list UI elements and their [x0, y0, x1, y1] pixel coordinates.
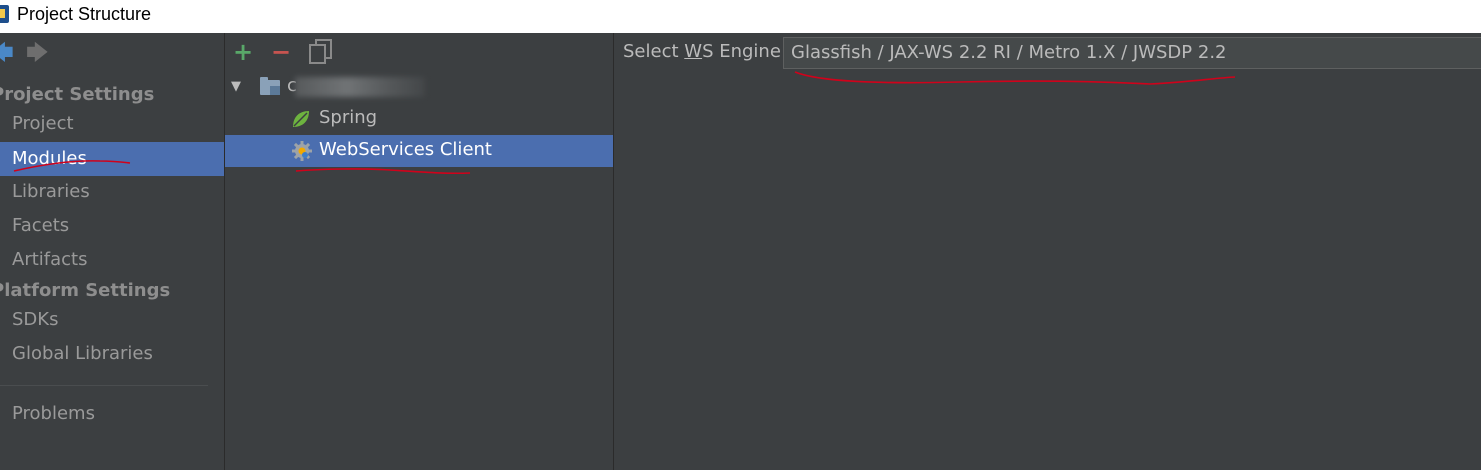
tree-row-webservices-client[interactable]: WebServices Client	[225, 135, 613, 167]
ws-engine-label: Select WS Engine	[623, 41, 781, 62]
title-bar: Project Structure	[0, 0, 1481, 33]
platform-settings-header: Platform Settings	[0, 280, 171, 301]
forward-arrow-icon[interactable]: 🡆	[26, 43, 49, 65]
sidebar-item-problems[interactable]: Problems	[0, 397, 224, 431]
ws-engine-panel: Select WS Engine Glassfish / JAX-WS 2.2 …	[614, 33, 1481, 470]
sidebar-item-global-libraries[interactable]: Global Libraries	[0, 337, 224, 371]
app-icon	[0, 5, 9, 23]
ws-engine-select[interactable]: Glassfish / JAX-WS 2.2 RI / Metro 1.X / …	[783, 37, 1481, 69]
back-arrow-icon[interactable]: 🡄	[0, 43, 14, 65]
sidebar-item-facets[interactable]: Facets	[0, 209, 224, 243]
sidebar-item-libraries[interactable]: Libraries	[0, 175, 224, 209]
add-icon[interactable]: +	[233, 39, 253, 65]
sidebar-item-project[interactable]: Project	[0, 107, 224, 141]
module-tree-panel: + − ▼ c Spring WebServices Client	[225, 33, 614, 470]
redacted-module-name	[295, 77, 425, 97]
sidebar: 🡄 🡆 Project Settings Project Modules Lib…	[0, 33, 225, 470]
folder-icon	[260, 77, 280, 95]
sidebar-item-modules[interactable]: Modules	[0, 142, 224, 176]
sidebar-item-sdks[interactable]: SDKs	[0, 303, 224, 337]
tree-label-spring: Spring	[319, 107, 378, 128]
chevron-down-icon[interactable]: ▼	[231, 79, 241, 94]
project-settings-header: Project Settings	[0, 84, 155, 105]
tree-row-spring[interactable]: Spring	[225, 103, 613, 135]
ws-engine-value: Glassfish / JAX-WS 2.2 RI / Metro 1.X / …	[791, 42, 1227, 63]
copy-icon[interactable]	[309, 39, 332, 64]
nav-arrows: 🡄 🡆	[0, 43, 60, 65]
gear-icon	[292, 141, 312, 161]
tree-label-webservices-client: WebServices Client	[319, 139, 492, 160]
sidebar-divider	[0, 385, 208, 386]
spring-leaf-icon	[293, 111, 309, 127]
sidebar-item-artifacts[interactable]: Artifacts	[0, 243, 224, 277]
window-title: Project Structure	[17, 4, 152, 24]
remove-icon[interactable]: −	[271, 39, 291, 65]
tree-row-module[interactable]: ▼ c	[225, 71, 613, 103]
